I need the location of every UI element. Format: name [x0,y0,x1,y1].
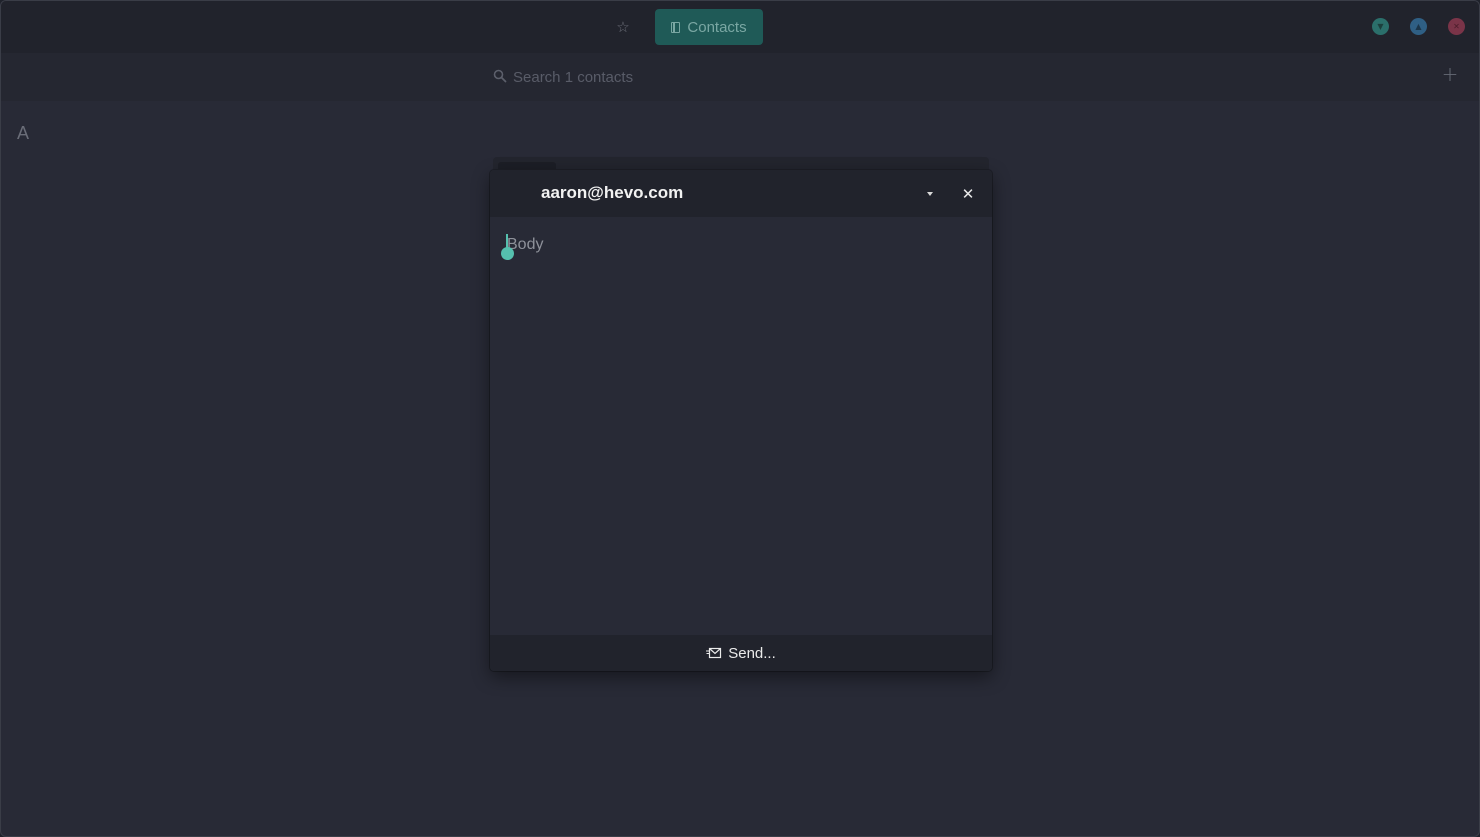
add-contact-button[interactable]: + [1439,63,1461,85]
cursor-handle[interactable] [501,247,514,260]
search-input[interactable] [513,65,1213,89]
dialog-header: aaron@hevo.com ✕ [490,170,992,217]
star-icon[interactable]: ☆ [611,15,635,39]
send-button[interactable]: Send... [490,635,992,671]
app-window: ☆ Contacts ▼ ▲ ✕ + A aaron@hevo.com ✕ Bo… [0,0,1480,837]
contacts-book-icon [671,21,681,33]
chevron-down-icon[interactable] [922,186,938,202]
section-header-letter: A [17,123,30,143]
window-close-button[interactable]: ✕ [1448,18,1465,35]
body-textarea[interactable]: Body [490,217,992,635]
tab-contacts-label: Contacts [687,18,747,36]
header-bar: ☆ Contacts ▼ ▲ ✕ [1,1,1479,53]
maximize-button[interactable]: ▲ [1410,18,1427,35]
close-icon[interactable]: ✕ [959,185,977,203]
search-bar [1,53,1479,101]
dialog-title: aaron@hevo.com [541,183,684,202]
send-mail-icon [706,647,722,659]
minimize-button[interactable]: ▼ [1372,18,1389,35]
tab-contacts[interactable]: Contacts [655,9,763,45]
send-button-label: Send... [728,644,776,662]
compose-dialog: aaron@hevo.com ✕ Body Send... [490,170,992,671]
search-icon [493,69,507,83]
